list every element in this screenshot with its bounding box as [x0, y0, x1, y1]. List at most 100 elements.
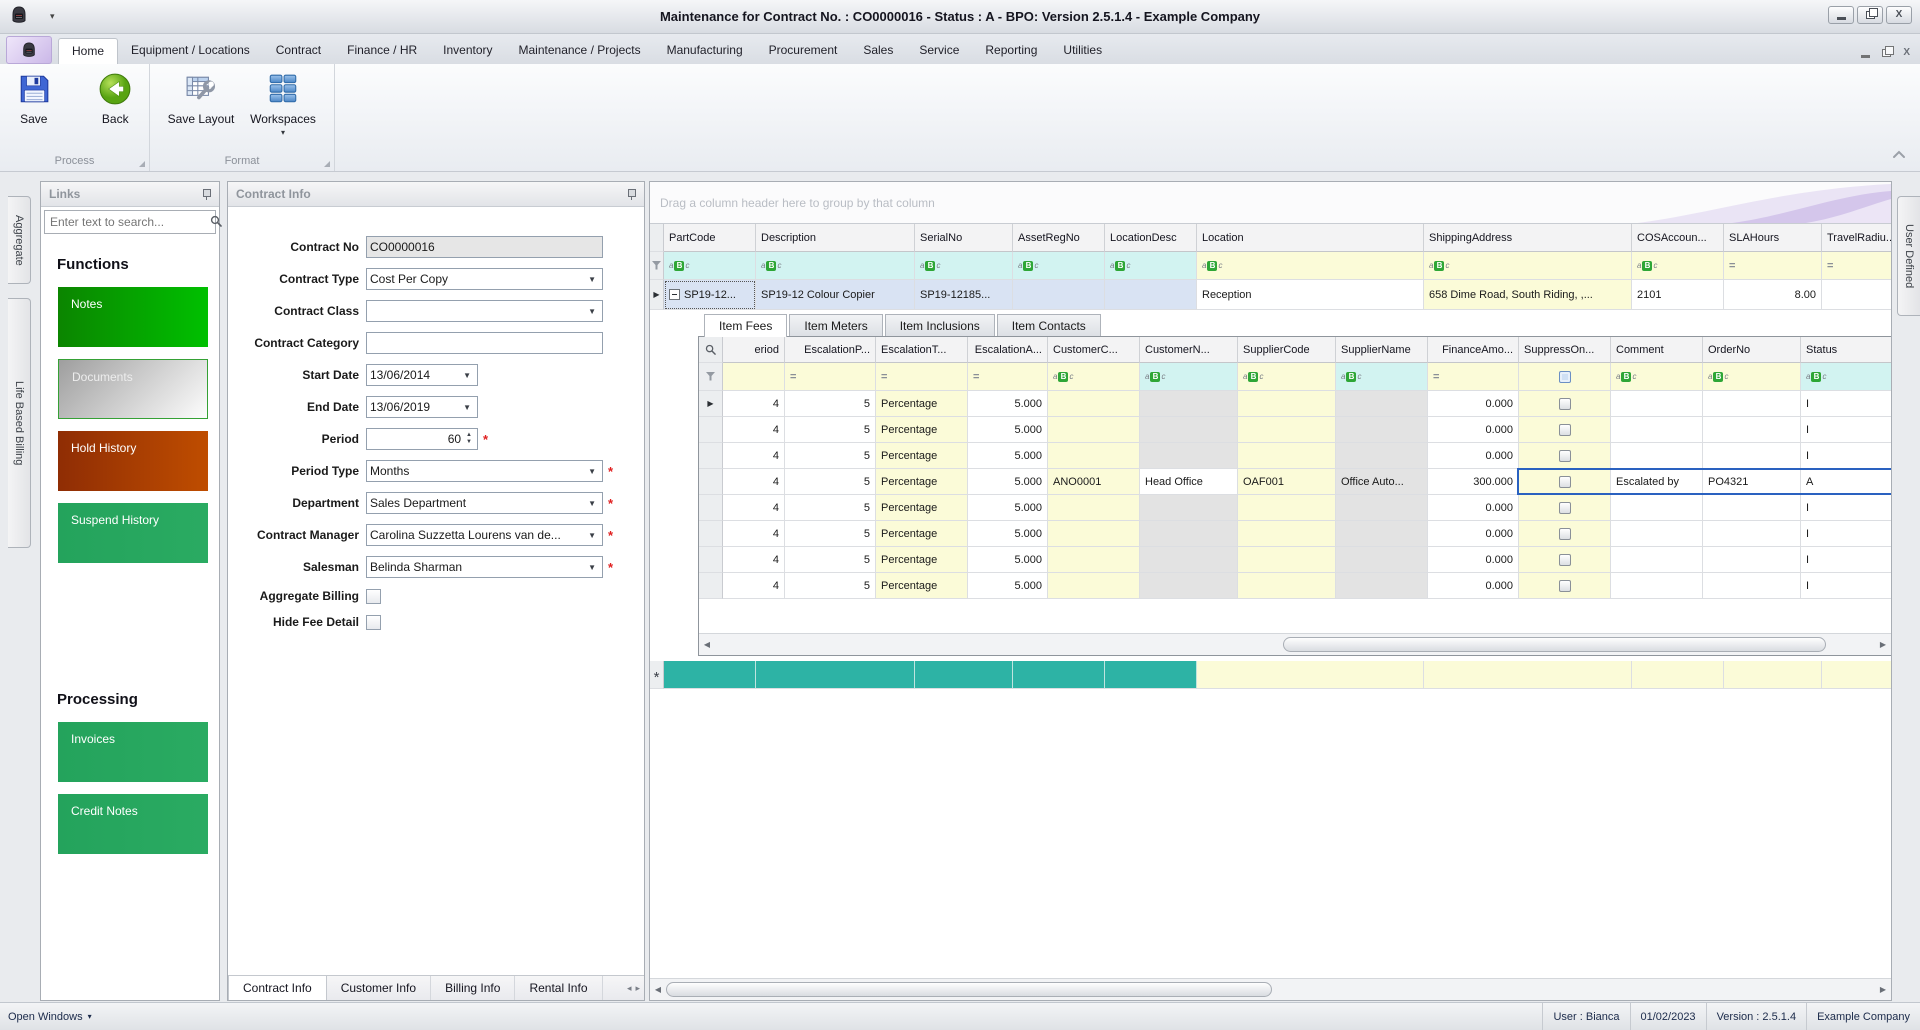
filter-cell-serialno[interactable]: aBc: [915, 252, 1013, 280]
cell-suppresson[interactable]: [1519, 521, 1611, 547]
filter-cell-suppresson[interactable]: [1519, 363, 1611, 391]
filter-cell-slahours[interactable]: =: [1724, 252, 1822, 280]
cell-escalationa[interactable]: 5.000: [968, 469, 1048, 495]
suppress-checkbox[interactable]: [1559, 424, 1571, 436]
main-hscrollbar[interactable]: ◀ ▶: [650, 978, 1891, 1000]
ribbon-tab-manufacturing[interactable]: Manufacturing: [654, 38, 756, 64]
tab-billing-info[interactable]: Billing Info: [431, 976, 515, 1000]
cell-eriod[interactable]: 4: [723, 469, 785, 495]
suppress-checkbox[interactable]: [1559, 450, 1571, 462]
cell-locationdesc[interactable]: [1105, 280, 1197, 310]
search-icon[interactable]: [210, 215, 222, 230]
cell-orderno[interactable]: [1703, 547, 1801, 573]
save-layout-button[interactable]: Save Layout: [167, 70, 235, 151]
filter-cell-shippingaddress[interactable]: aBc: [1424, 252, 1632, 280]
cell-customern[interactable]: [1140, 417, 1238, 443]
cell-eriod[interactable]: 4: [723, 521, 785, 547]
cell-escalationp[interactable]: 5: [785, 443, 876, 469]
column-header-suppliercode[interactable]: SupplierCode: [1238, 337, 1336, 363]
cell-cosaccoun[interactable]: 2101: [1632, 280, 1724, 310]
hide-fee-detail-checkbox[interactable]: [366, 615, 381, 630]
column-header-location[interactable]: Location: [1197, 224, 1424, 252]
cell-escalationa[interactable]: 5.000: [968, 443, 1048, 469]
filter-cell-travelradiu[interactable]: =: [1822, 252, 1892, 280]
new-row-cell-partcode[interactable]: [664, 661, 756, 689]
contract-type-field[interactable]: Cost Per Copy▼: [366, 268, 603, 290]
cell-status[interactable]: I: [1801, 521, 1892, 547]
cell-suppresson[interactable]: [1519, 495, 1611, 521]
filter-cell-locationdesc[interactable]: aBc: [1105, 252, 1197, 280]
cell-customern[interactable]: [1140, 547, 1238, 573]
new-row-cell-serialno[interactable]: [915, 661, 1013, 689]
column-header-description[interactable]: Description: [756, 224, 915, 252]
ribbon-tab-procurement[interactable]: Procurement: [756, 38, 851, 64]
documents-button[interactable]: Documents: [58, 359, 208, 419]
ribbon-tab-maintenance-projects[interactable]: Maintenance / Projects: [506, 38, 654, 64]
cell-suppliercode[interactable]: [1238, 547, 1336, 573]
group-by-bar[interactable]: Drag a column header here to group by th…: [650, 182, 1891, 224]
cell-description[interactable]: SP19-12 Colour Copier: [756, 280, 915, 310]
chevron-down-icon[interactable]: ▼: [585, 499, 599, 508]
suppress-checkbox[interactable]: [1559, 398, 1571, 410]
cell-customerc[interactable]: [1048, 573, 1140, 599]
new-row-cell-shippingaddress[interactable]: [1424, 661, 1632, 689]
cell-escalationa[interactable]: 5.000: [968, 547, 1048, 573]
cell-comment[interactable]: [1611, 521, 1703, 547]
scroll-right-icon[interactable]: ▶: [1875, 640, 1891, 649]
salesman-field[interactable]: Belinda Sharman▼: [366, 556, 603, 578]
scroll-left-icon[interactable]: ◂: [627, 983, 632, 994]
cell-customern[interactable]: [1140, 573, 1238, 599]
new-row-cell-assetregno[interactable]: [1013, 661, 1105, 689]
cell-escalationp[interactable]: 5: [785, 417, 876, 443]
spin-up-icon[interactable]: ▲: [464, 432, 474, 439]
column-header-locationdesc[interactable]: LocationDesc: [1105, 224, 1197, 252]
cell-suppliercode[interactable]: OAF001: [1238, 469, 1336, 495]
cell-suppliername[interactable]: [1336, 443, 1428, 469]
item-fees-row[interactable]: 45Percentage5.0000.000I: [699, 443, 1891, 469]
filter-cell-assetregno[interactable]: aBc: [1013, 252, 1105, 280]
ribbon-tab-finance-hr[interactable]: Finance / HR: [334, 38, 430, 64]
suspend-history-button[interactable]: Suspend History: [58, 503, 208, 563]
item-fees-row[interactable]: 45Percentage5.0000.000I: [699, 495, 1891, 521]
cell-shippingaddress[interactable]: 658 Dime Road, South Riding, ,...: [1424, 280, 1632, 310]
cell-escalationa[interactable]: 5.000: [968, 417, 1048, 443]
back-button[interactable]: Back: [82, 70, 150, 151]
cell-escalationt[interactable]: Percentage: [876, 443, 968, 469]
item-fees-row[interactable]: ▶45Percentage5.0000.000I: [699, 391, 1891, 417]
doc-restore-icon[interactable]: [1882, 49, 1891, 57]
cell-customerc[interactable]: [1048, 495, 1140, 521]
pin-icon[interactable]: [201, 188, 211, 200]
credit-notes-button[interactable]: Credit Notes: [58, 794, 208, 854]
cell-assetregno[interactable]: [1013, 280, 1105, 310]
cell-suppliercode[interactable]: [1238, 521, 1336, 547]
cell-financeamo[interactable]: 300.000: [1428, 469, 1519, 495]
app-menu-button[interactable]: [6, 36, 52, 64]
tab-rental-info[interactable]: Rental Info: [515, 976, 602, 1000]
column-header-eriod[interactable]: eriod: [723, 337, 785, 363]
end-date-field[interactable]: 13/06/2019▼: [366, 396, 478, 418]
cell-suppresson[interactable]: [1519, 391, 1611, 417]
filter-cell-location[interactable]: aBc: [1197, 252, 1424, 280]
notes-button[interactable]: Notes: [58, 287, 208, 347]
tab-item-inclusions[interactable]: Item Inclusions: [885, 314, 995, 337]
cell-suppresson[interactable]: [1519, 443, 1611, 469]
cell-suppliercode[interactable]: [1238, 391, 1336, 417]
cell-escalationt[interactable]: Percentage: [876, 547, 968, 573]
cell-escalationt[interactable]: Percentage: [876, 391, 968, 417]
suppress-checkbox[interactable]: [1559, 476, 1571, 488]
equipment-grid-row[interactable]: ▶SP19-12...SP19-12 Colour CopierSP19-121…: [650, 280, 1891, 310]
ribbon-tab-equipment-locations[interactable]: Equipment / Locations: [118, 38, 263, 64]
filter-cell-cosaccoun[interactable]: aBc: [1632, 252, 1724, 280]
cell-suppliercode[interactable]: [1238, 495, 1336, 521]
hold-history-button[interactable]: Hold History: [58, 431, 208, 491]
cell-suppliername[interactable]: [1336, 573, 1428, 599]
period-field[interactable]: 60▲▼: [366, 428, 478, 450]
cell-eriod[interactable]: 4: [723, 417, 785, 443]
item-fees-row[interactable]: 45Percentage5.0000.000I: [699, 417, 1891, 443]
new-row-cell-description[interactable]: [756, 661, 915, 689]
new-row-cell-slahours[interactable]: [1724, 661, 1822, 689]
cell-customerc[interactable]: [1048, 391, 1140, 417]
cell-escalationt[interactable]: Percentage: [876, 469, 968, 495]
cell-financeamo[interactable]: 0.000: [1428, 521, 1519, 547]
new-row-cell-location[interactable]: [1197, 661, 1424, 689]
